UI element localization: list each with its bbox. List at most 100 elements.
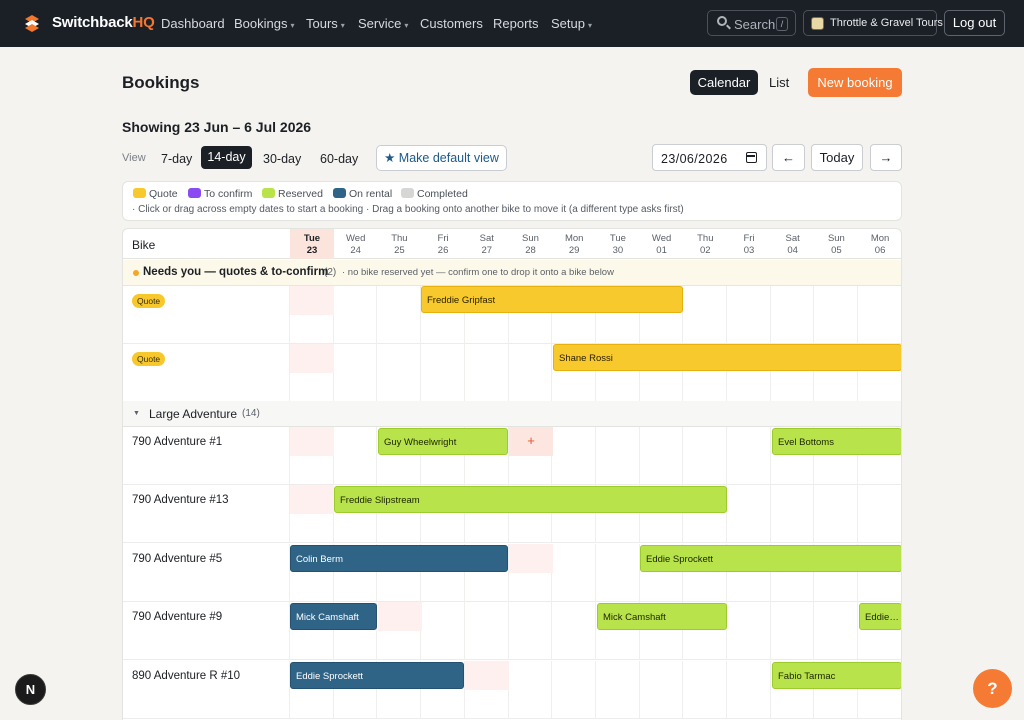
legend-swatch [133,188,146,198]
nav-dashboard[interactable]: Dashboard [161,16,225,31]
help-button[interactable]: ? [973,669,1012,708]
day-name: Thu [391,233,408,244]
legend-item-reserved: Reserved [262,188,323,200]
booking-bar[interactable]: Shane Rossi [553,344,901,371]
day-gridline [726,286,727,344]
quote-row[interactable]: Quote Shane Rossi [123,344,901,402]
collapse-caret-icon[interactable]: ▼ [133,410,140,417]
day-gridline [376,286,378,344]
day-date: 23 [306,245,318,256]
attention-dot-icon [133,270,139,276]
booking-bar[interactable]: Freddie Slipstream [334,486,727,513]
view-option-60-day[interactable]: 60-day [320,152,358,166]
day-gridline [769,427,771,485]
day-gridline [769,286,771,344]
page-title: Bookings [122,73,200,92]
booking-bar[interactable]: Evel Bottoms [772,428,901,455]
make-default-view-button[interactable]: ★ Make default view [376,145,507,171]
day-gridline [813,286,815,344]
today-cell[interactable] [290,427,334,456]
day-header-0: Tue 23 [290,229,334,259]
quote-badge: Quote [132,294,166,308]
day-header-5: Sun 28 [509,229,553,259]
day-date: 29 [568,245,580,256]
dev-tools-badge[interactable]: N [15,674,46,705]
booking-bar[interactable]: Eddie Sprockett [290,662,464,689]
day-date: 04 [787,245,798,256]
booking-bar[interactable]: Mick Camshaft [597,603,727,630]
logout-button[interactable]: Log out [944,10,1005,36]
day-header-2: Thu 25 [377,229,421,259]
list-view-button[interactable]: List [769,75,789,90]
switchback-logo-icon[interactable] [22,13,42,33]
highlight-cell[interactable] [465,661,509,690]
day-name: Wed [651,233,672,244]
nav-customers[interactable]: Customers [420,16,483,31]
booking-bar[interactable]: Guy Wheelwright [378,428,508,455]
legend-swatch [188,188,201,198]
bike-row[interactable]: 790 Adventure #9 Mick Camshaft Mick Cams… [123,602,901,660]
organization-switcher[interactable]: Throttle & Gravel Tours [803,10,943,36]
today-cell[interactable] [290,485,334,514]
day-gridline [769,602,771,660]
bike-group-header[interactable]: ▼ Large Adventure (14) [123,401,901,427]
day-gridline [769,661,771,719]
booking-bar[interactable]: Freddie Gripfast [421,286,683,313]
date-picker-input[interactable]: 23/06/2026 [652,144,767,171]
day-name: Sun [522,233,539,244]
chevron-down-icon: ▾ [587,21,592,30]
bike-name[interactable]: 790 Adventure #5 [132,553,222,565]
today-button[interactable]: Today [811,144,863,171]
booking-bar[interactable]: Fabio Tarmac [772,662,901,689]
day-date: 27 [481,245,493,256]
status-legend: Quote To confirm Reserved On rental Comp… [122,181,902,221]
calendar-icon[interactable] [746,152,757,163]
day-header-7: Tue 30 [596,229,640,259]
booking-bar[interactable]: Eddie Sprockett [859,603,901,630]
brand-name[interactable]: SwitchbackHQ [52,14,155,31]
highlight-cell[interactable] [509,544,553,573]
highlight-cell[interactable] [378,602,422,631]
view-option-7-day[interactable]: 7-day [161,152,192,166]
nav-bookings[interactable]: Bookings ▾ [234,16,295,31]
nav-setup[interactable]: Setup ▾ [551,16,592,31]
bike-name[interactable]: 790 Adventure #13 [132,494,229,506]
today-cell[interactable] [290,286,334,315]
booking-bar[interactable]: Eddie Sprockett [640,545,901,572]
day-name: Mon [564,233,584,244]
bike-row[interactable]: 890 Adventure R #10 Eddie Sprockett Fabi… [123,661,901,719]
view-option-14-day[interactable]: 14-day [201,146,252,169]
quote-row[interactable]: Quote Freddie Gripfast [123,286,901,344]
bike-row[interactable]: 790 Adventure #13 Freddie Slipstream [123,485,901,543]
bike-row[interactable]: 790 Adventure #1 Guy Wheelwright + Evel … [123,427,901,485]
bike-name[interactable]: 890 Adventure R #10 [132,670,240,682]
day-gridline [726,427,727,485]
next-period-button[interactable]: → [870,144,902,171]
previous-period-button[interactable]: ← [772,144,805,171]
chevron-down-icon: ▾ [290,21,295,30]
new-booking-button[interactable]: New booking [808,68,902,97]
day-gridline [638,661,640,719]
calendar-view-button[interactable]: Calendar [690,70,758,95]
nav-tours[interactable]: Tours ▾ [306,16,345,31]
day-gridline [857,602,859,660]
day-date: 06 [874,245,886,256]
bike-name[interactable]: 790 Adventure #1 [132,436,222,448]
nav-reports[interactable]: Reports [493,16,539,31]
bike-name[interactable]: 790 Adventure #9 [132,611,222,623]
add-booking-cell[interactable]: + [509,427,553,456]
search-button[interactable]: Search / [707,10,796,36]
bike-row[interactable]: 790 Adventure #5 Colin Berm Eddie Sprock… [123,544,901,602]
view-option-30-day[interactable]: 30-day [263,152,301,166]
day-name: Fri [743,233,755,244]
top-navigation-bar: SwitchbackHQ Dashboard Bookings ▾ Tours ▾ … [0,0,1024,47]
quote-badge: Quote [132,352,166,366]
legend-hint: · Click or drag across empty dates to st… [132,204,684,215]
day-gridline [594,427,596,485]
nav-service[interactable]: Service ▾ [358,16,408,31]
booking-bar[interactable]: Colin Berm [290,545,508,572]
day-date: 01 [656,245,667,256]
today-cell[interactable] [290,344,334,373]
booking-bar[interactable]: Mick Camshaft [290,603,377,630]
day-date: 03 [743,245,755,256]
